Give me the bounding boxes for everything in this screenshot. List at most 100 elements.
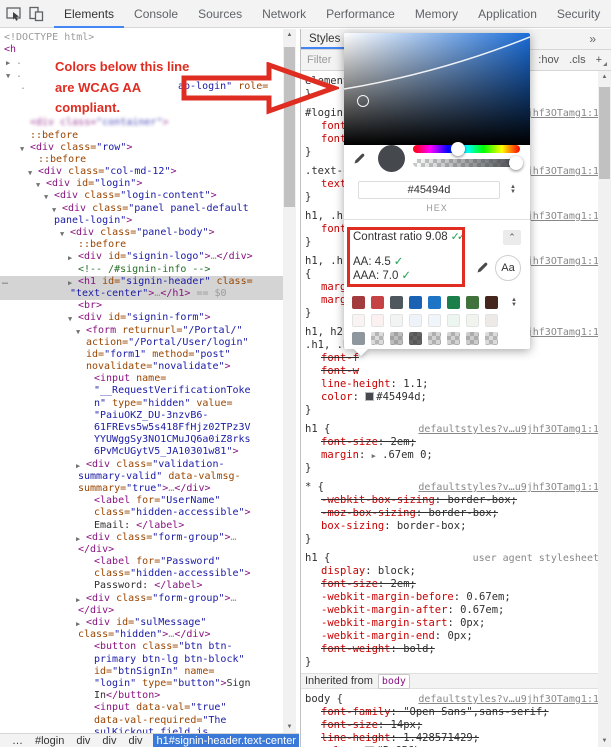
css-line[interactable]: }: [301, 533, 601, 546]
dom-tree-line[interactable]: ::before: [0, 130, 283, 142]
class-toggle-button[interactable]: .cls: [569, 54, 586, 66]
css-line[interactable]: font-weight: bold;: [301, 643, 601, 656]
css-line[interactable]: font-size: 2em;: [301, 436, 601, 449]
css-line[interactable]: display: block;: [301, 565, 601, 578]
dom-tree-line[interactable]: panel-login">: [0, 215, 283, 227]
new-style-rule-button[interactable]: +: [596, 54, 608, 66]
tab-performance[interactable]: Performance: [316, 0, 405, 28]
dom-tree-line[interactable]: "login" type="button">Sign: [0, 678, 283, 690]
dom-tree-line[interactable]: summary-valid" data-valmsg-: [0, 471, 283, 483]
palette-color-swatch[interactable]: [466, 296, 479, 309]
dom-tree-line[interactable]: <input name=: [0, 373, 283, 385]
dom-tree-line[interactable]: ::before: [0, 154, 283, 166]
stylesheet-link[interactable]: defaultstyles?v…u9jhf3OTamg1:1: [418, 481, 599, 494]
palette-color-swatch[interactable]: [428, 314, 441, 327]
dom-tree-line[interactable]: id="form1" method="post": [0, 349, 283, 361]
palette-color-swatch[interactable]: [428, 296, 441, 309]
scroll-up-icon[interactable]: ▲: [598, 71, 611, 83]
css-line[interactable]: -webkit-margin-after: 0.67em;: [301, 604, 601, 617]
palette-color-swatch[interactable]: [466, 314, 479, 327]
dom-tree-line[interactable]: ▼ <div class="panel-body">: [0, 227, 283, 239]
dom-tree-line[interactable]: ▶ <div class="form-group">…: [0, 532, 283, 544]
breadcrumb-item[interactable]: div: [76, 735, 90, 747]
inherited-node-link[interactable]: body: [377, 673, 410, 689]
dom-tree-line[interactable]: YYUWggSy3NO1CMuJQ6a0iZ8rks: [0, 434, 283, 446]
css-line[interactable]: box-sizing: border-box;: [301, 520, 601, 533]
scroll-up-icon[interactable]: ▲: [283, 29, 296, 41]
tab-elements[interactable]: Elements: [54, 0, 125, 28]
css-line[interactable]: -webkit-margin-start: 0px;: [301, 617, 601, 630]
palette-color-swatch[interactable]: [447, 332, 460, 345]
color-position-indicator[interactable]: [357, 95, 369, 107]
css-line[interactable]: }: [301, 404, 601, 417]
css-line[interactable]: font-family: "Open Sans",sans-serif;: [301, 706, 601, 719]
css-line[interactable]: -webkit-margin-before: 0.67em;: [301, 591, 601, 604]
dom-tree-line[interactable]: ▶ <div class="validation-: [0, 459, 283, 471]
dom-tree-line[interactable]: ▼ <div class="panel panel-default: [0, 203, 283, 215]
tab-memory[interactable]: Memory: [405, 0, 468, 28]
tab-application[interactable]: Application: [468, 0, 547, 28]
palette-color-swatch[interactable]: [390, 332, 403, 345]
background-eyedropper-icon[interactable]: [475, 259, 491, 280]
palette-color-swatch[interactable]: [409, 296, 422, 309]
css-line[interactable]: line-height: 1.1;: [301, 378, 601, 391]
scrollbar-thumb[interactable]: [599, 87, 610, 179]
dom-tree-line[interactable]: ▼ <div id="login">: [0, 178, 283, 190]
palette-color-swatch[interactable]: [371, 296, 384, 309]
dom-tree-line[interactable]: <!DOCTYPE html>: [0, 32, 283, 44]
css-line[interactable]: h1 {user agent stylesheet: [301, 552, 601, 565]
palette-switcher-icon[interactable]: ▲ ▼: [511, 297, 517, 308]
palette-color-swatch[interactable]: [485, 314, 498, 327]
css-line[interactable]: * {defaultstyles?v…u9jhf3OTamg1:1: [301, 481, 601, 494]
palette-color-swatch[interactable]: [390, 296, 403, 309]
dom-tree-line[interactable]: "text-center">…</h1> == $0: [0, 287, 283, 301]
css-line[interactable]: font-f: [301, 352, 601, 365]
css-line[interactable]: -moz-box-sizing: border-box;: [301, 507, 601, 520]
dom-tree-line[interactable]: "__RequestVerificationToke: [0, 385, 283, 397]
palette-color-swatch[interactable]: [371, 332, 384, 345]
palette-color-swatch[interactable]: [447, 296, 460, 309]
eyedropper-icon[interactable]: [352, 150, 368, 171]
breadcrumb-item[interactable]: div: [128, 735, 142, 747]
dom-tree-line[interactable]: <input data-val="true": [0, 702, 283, 714]
breadcrumb-item-selected[interactable]: h1#signin-header.text-center: [152, 734, 299, 747]
palette-color-swatch[interactable]: [352, 314, 365, 327]
dom-tree-line[interactable]: ▶… <h1 id="signin-header" class=: [0, 275, 283, 288]
breadcrumb-item[interactable]: div: [102, 735, 116, 747]
hue-slider-handle[interactable]: [451, 142, 465, 156]
contrast-preview-button[interactable]: Aa: [495, 255, 521, 281]
dom-tree-line[interactable]: 6PvMcUGytV5_JA10301w81">: [0, 446, 283, 458]
css-line[interactable]: }: [301, 462, 601, 475]
dom-tree-line[interactable]: <label for="UserName": [0, 495, 283, 507]
dom-tree-line[interactable]: ▶ <div id="sulMessage": [0, 617, 283, 629]
tab-overflow-icon[interactable]: »: [589, 29, 596, 49]
css-line[interactable]: margin: ▶ .67em 0;: [301, 449, 601, 462]
device-toolbar-icon[interactable]: [28, 4, 44, 24]
dom-tree-line[interactable]: "PaiuOKZ_DU-3nzvB6-: [0, 410, 283, 422]
sidebar-tab-styles[interactable]: Styles: [301, 29, 349, 49]
format-switcher-icon[interactable]: ▲ ▼: [510, 184, 516, 195]
palette-color-swatch[interactable]: [390, 314, 403, 327]
dom-tree-line[interactable]: summary="true">…</div>: [0, 483, 283, 495]
dom-tree-line[interactable]: </div>: [0, 544, 283, 556]
css-line[interactable]: -webkit-margin-end: 0px;: [301, 630, 601, 643]
palette-color-swatch[interactable]: [485, 332, 498, 345]
dom-tree-line[interactable]: ▶ <div class="form-group">…: [0, 593, 283, 605]
styles-panel-scrollbar[interactable]: ▲ ▼: [598, 71, 611, 747]
palette-color-swatch[interactable]: [428, 332, 441, 345]
palette-color-swatch[interactable]: [409, 314, 422, 327]
tab-security[interactable]: Security: [547, 0, 610, 28]
dom-tree-line[interactable]: n" type="hidden" value=: [0, 398, 283, 410]
node-menu-icon[interactable]: …: [2, 276, 8, 288]
saturation-value-gradient[interactable]: [344, 33, 530, 145]
dom-tree-line[interactable]: Password: </label>: [0, 580, 283, 592]
hover-state-button[interactable]: :hov: [538, 54, 559, 66]
dom-tree-line[interactable]: action="/Portal/User/login": [0, 337, 283, 349]
palette-color-swatch[interactable]: [485, 296, 498, 309]
dom-tree-line[interactable]: ▼ <div class="col-md-12">: [0, 166, 283, 178]
dom-tree-line[interactable]: <button class="btn btn-: [0, 641, 283, 653]
dom-tree-line[interactable]: <br>: [0, 300, 283, 312]
palette-color-swatch[interactable]: [409, 332, 422, 345]
stylesheet-link[interactable]: defaultstyles?v…u9jhf3OTamg1:1: [418, 693, 599, 706]
stylesheet-link[interactable]: defaultstyles?v…u9jhf3OTamg1:1: [418, 423, 599, 436]
